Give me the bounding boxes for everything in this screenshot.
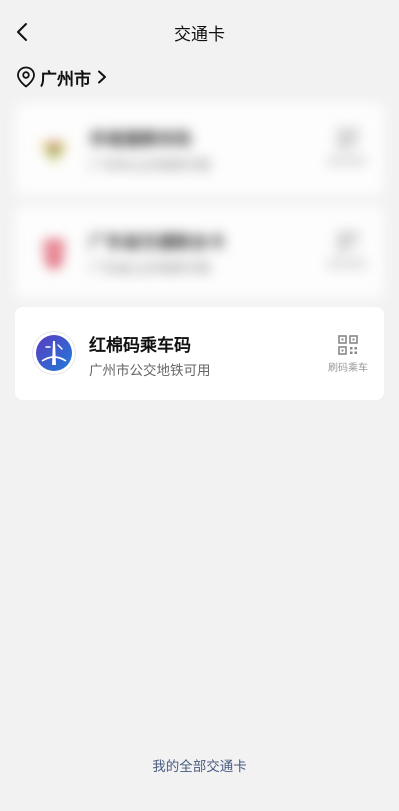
card-logo-icon [33, 130, 75, 172]
scan-to-ride-button[interactable]: 刷码乘车 [326, 232, 370, 271]
header: 交通卡 [0, 0, 399, 60]
card-subtitle: 广州市公交地铁可用 [89, 363, 211, 379]
city-selector[interactable]: 广州市 [16, 64, 107, 90]
transit-card-hongmian[interactable]: 红棉码乘车码 广州市公交地铁可用 刷码乘车 [15, 307, 384, 400]
qr-code-icon [338, 129, 358, 149]
transit-card[interactable]: 羊城通乘车码 广州市公交地铁可用 刷码乘车 [15, 103, 384, 195]
scan-to-ride-label: 刷码乘车 [328, 260, 368, 271]
chevron-right-icon [98, 70, 106, 84]
city-name: 广州市 [40, 69, 91, 90]
map-pin-icon [17, 66, 35, 88]
page-title: 交通卡 [174, 25, 225, 45]
card-subtitle: 广东省公交地铁可用 [89, 261, 211, 277]
transit-card[interactable]: 广东省交通联合卡 广东省公交地铁可用 刷码乘车 [15, 206, 384, 298]
scan-to-ride-label: 刷码乘车 [328, 363, 368, 374]
card-title: 羊城通乘车码 [89, 130, 191, 150]
scan-to-ride-button[interactable]: 刷码乘车 [326, 129, 370, 168]
card-subtitle: 广州市公交地铁可用 [89, 158, 211, 174]
qr-code-icon [338, 335, 358, 355]
card-logo-icon [33, 233, 75, 275]
scan-to-ride-label: 刷码乘车 [328, 157, 368, 168]
hongmian-logo-icon [32, 331, 76, 375]
all-transit-cards-link[interactable]: 我的全部交通卡 [0, 755, 399, 775]
card-title: 红棉码乘车码 [89, 336, 191, 356]
scan-to-ride-button[interactable]: 刷码乘车 [326, 335, 370, 374]
qr-code-icon [338, 232, 358, 252]
card-title: 广东省交通联合卡 [89, 233, 225, 253]
